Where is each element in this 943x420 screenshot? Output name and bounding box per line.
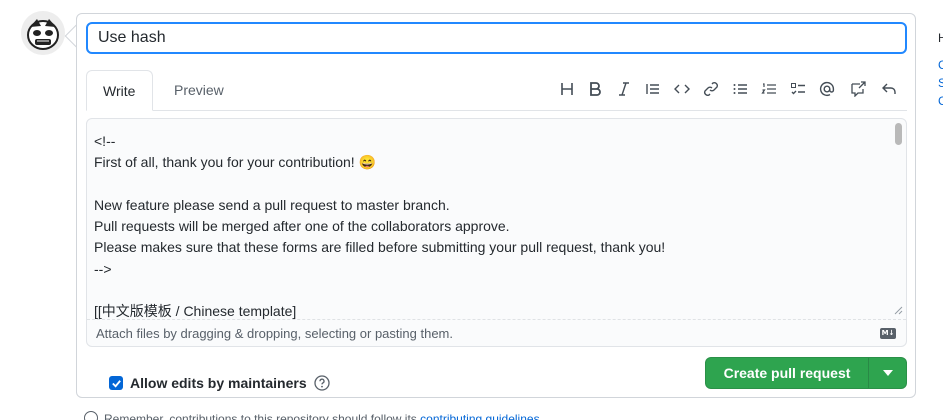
info-icon	[84, 411, 98, 420]
sidebar-heading: H	[938, 31, 943, 45]
attach-files-bar[interactable]: Attach files by dragging & dropping, sel…	[87, 319, 906, 346]
editor-line: Please makes sure that these forms are f…	[94, 239, 666, 256]
tab-write[interactable]: Write	[86, 70, 153, 111]
avatar[interactable]	[21, 11, 65, 55]
tab-preview[interactable]: Preview	[158, 70, 240, 111]
bold-icon[interactable]	[585, 79, 605, 99]
allow-edits-label[interactable]: Allow edits by maintainers	[130, 375, 307, 391]
mention-icon[interactable]	[817, 79, 837, 99]
heading-icon[interactable]	[557, 79, 577, 99]
markdown-icon[interactable]: M↓	[880, 328, 896, 339]
sidebar-link[interactable]: C	[938, 94, 943, 108]
italic-icon[interactable]	[614, 79, 634, 99]
contribution-note: Remember, contributions to this reposito…	[84, 411, 540, 420]
allow-edits-checkbox[interactable]	[109, 376, 123, 390]
sidebar-link[interactable]: S	[938, 76, 943, 90]
create-pull-request-button-group: Create pull request	[705, 357, 907, 389]
help-icon[interactable]	[314, 375, 330, 391]
code-icon[interactable]	[672, 79, 692, 99]
quote-icon[interactable]	[643, 79, 663, 99]
create-pull-request-button[interactable]: Create pull request	[706, 358, 869, 388]
pr-body-editor[interactable]: <!-- First of all, thank you for your con…	[86, 118, 907, 347]
task-list-icon[interactable]	[788, 79, 808, 99]
unordered-list-icon[interactable]	[730, 79, 750, 99]
scroll-thumb[interactable]	[895, 123, 902, 145]
pr-body-text[interactable]: <!-- First of all, thank you for your con…	[94, 131, 886, 323]
ordered-list-icon[interactable]	[759, 79, 779, 99]
link-icon[interactable]	[701, 79, 721, 99]
editor-line: First of all, thank you for your contrib…	[94, 154, 376, 171]
reference-icon[interactable]	[848, 79, 868, 99]
triangle-down-icon	[882, 370, 893, 376]
editor-line: New feature please send a pull request t…	[94, 196, 450, 213]
editor-line: -->	[94, 260, 112, 277]
contributing-guidelines-link[interactable]: contributing guidelines	[420, 412, 539, 420]
pr-title-input[interactable]	[86, 22, 907, 54]
editor-scrollbar[interactable]	[892, 121, 904, 317]
resize-grip-icon[interactable]	[893, 305, 903, 315]
editor-line: <!--	[94, 133, 116, 149]
attach-hint: Attach files by dragging & dropping, sel…	[96, 326, 453, 341]
reply-icon[interactable]	[879, 79, 899, 99]
editor-tabs: Write Preview	[86, 70, 907, 111]
sidebar-link[interactable]: C	[938, 58, 943, 72]
submit-options-dropdown[interactable]	[869, 358, 906, 388]
editor-line: Pull requests will be merged after one o…	[94, 218, 510, 235]
